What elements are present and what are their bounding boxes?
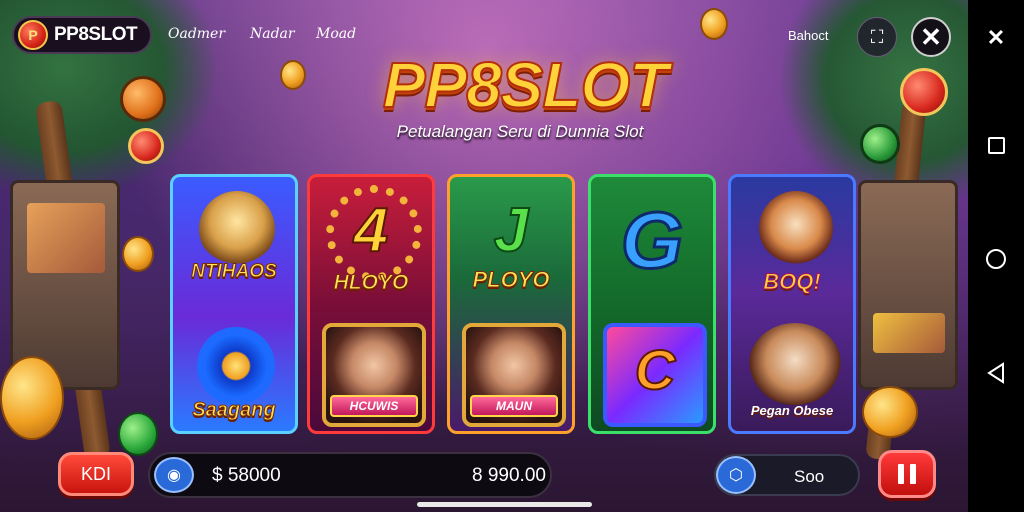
logo-text: PP8SLOT [54, 24, 138, 45]
character-art [749, 323, 841, 405]
fruit-decoration [120, 76, 166, 122]
expand-button[interactable]: ⛶ [857, 17, 897, 57]
tools-icon: ✕ [986, 25, 1006, 50]
close-button[interactable]: ✕ [911, 17, 951, 57]
game-title: PLOYO [472, 267, 550, 293]
home-indicator[interactable] [417, 502, 592, 507]
pause-icon [898, 464, 904, 484]
hero-subtitle: Petualangan Seru di Dunnia Slot [396, 122, 644, 141]
game-title: HLOYO [333, 271, 409, 295]
portrait-nameplate: HCUWIS [330, 395, 418, 417]
back-button[interactable] [968, 358, 1024, 388]
game-card-1[interactable]: NTIHAOS Saagang [170, 174, 298, 434]
game-card-5[interactable]: BOQ! Pegan Obese [728, 174, 856, 434]
game-title: NTIHAOS [191, 261, 278, 283]
tools-button[interactable]: ✕ [968, 22, 1024, 54]
nav-link-1[interactable]: Oadmer [168, 26, 225, 42]
portrait-nameplate: MAUN [470, 395, 558, 417]
game-portrait: C [603, 323, 707, 427]
balance-value: $ 58000 [212, 465, 281, 486]
action-bar[interactable]: ⬡ Soo [714, 454, 860, 496]
circle-icon [986, 249, 1006, 269]
home-button[interactable] [968, 244, 1024, 274]
back-triangle-icon [987, 362, 1004, 384]
game-glyph: 4 [353, 195, 389, 266]
game-glyph: G [619, 195, 684, 287]
nav-link-2[interactable]: Nadar [250, 26, 295, 42]
nav-link-3[interactable]: Moad [316, 26, 356, 42]
game-subtitle: Pegan Obese [750, 403, 834, 418]
expand-icon: ⛶ [870, 26, 884, 47]
close-icon: ✕ [920, 21, 942, 52]
token-decoration [128, 128, 164, 164]
coin-decoration [280, 60, 306, 90]
app-logo[interactable]: P PP8SLOT [12, 16, 152, 54]
game-card-3[interactable]: J PLOYO MAUN [447, 174, 575, 434]
coin-decoration [118, 412, 158, 456]
system-nav-bar: ✕ [968, 0, 1024, 512]
kdi-button[interactable]: KDI [58, 452, 134, 496]
camera-icon: ◉ [167, 467, 181, 484]
character-art [759, 191, 833, 265]
ring-art [197, 327, 275, 405]
game-screen: P PP8SLOT Oadmer Nadar Moad Bahoct ⛶ ✕ P… [0, 0, 968, 512]
game-title: BOQ! [763, 269, 821, 295]
game-card-4[interactable]: G C [588, 174, 716, 434]
fruit-decoration [860, 124, 900, 164]
game-glyph-secondary: C [634, 337, 676, 402]
character-art [199, 191, 275, 267]
game-portrait: MAUN [462, 323, 566, 427]
coin-decoration [0, 356, 64, 440]
coin-decoration [862, 386, 918, 438]
recent-apps-button[interactable] [968, 130, 1024, 160]
pause-button[interactable] [878, 450, 936, 498]
balance-bar: ◉ $ 58000 8 990.00 [148, 452, 552, 498]
pause-icon [910, 464, 916, 484]
shield-icon: ⬡ [729, 467, 743, 484]
bet-value: 8 990.00 [472, 465, 546, 486]
arcade-machine-right [858, 180, 958, 390]
camera-button[interactable]: ◉ [154, 457, 194, 493]
coin-decoration [700, 8, 728, 40]
square-icon [987, 136, 1005, 154]
game-card-2[interactable]: 4 HLOYO HCUWIS [307, 174, 435, 434]
action-label: Soo [794, 467, 825, 486]
logo-badge-icon: P [18, 20, 48, 50]
game-subtitle: Saagang [192, 399, 276, 422]
game-glyph: J [493, 195, 529, 266]
top-right-link[interactable]: Bahoct [788, 28, 828, 43]
coin-decoration [122, 236, 154, 272]
shield-button[interactable]: ⬡ [716, 456, 756, 494]
token-decoration [900, 68, 948, 116]
game-portrait: HCUWIS [322, 323, 426, 427]
hero-title: PP8SLOT [382, 48, 670, 122]
